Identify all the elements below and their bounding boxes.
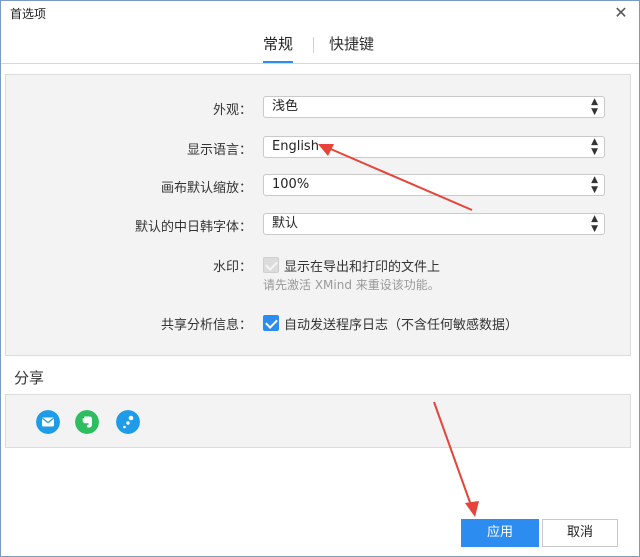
appearance-value: 浅色: [272, 99, 299, 114]
share-panel: [5, 394, 631, 448]
apply-button[interactable]: 应用: [461, 519, 539, 547]
window-title: 首选项: [10, 7, 47, 21]
tab-shortcuts[interactable]: 快捷键: [329, 33, 374, 61]
zoom-label: 画布默认缩放：: [160, 181, 252, 196]
zoom-select[interactable]: 100% ▲ ▼: [263, 174, 605, 196]
analytics-label: 共享分析信息：: [160, 318, 252, 333]
watermark-checkbox-label: 显示在导出和打印的文件上: [284, 260, 441, 275]
cjk-font-select[interactable]: 默认 ▲ ▼: [263, 213, 605, 235]
up-down-chevron-icon: ▲ ▼: [591, 137, 598, 157]
up-down-chevron-icon: ▲ ▼: [591, 175, 598, 195]
language-select[interactable]: English ▲ ▼: [263, 136, 605, 158]
share-dots-icon[interactable]: [116, 410, 140, 434]
close-icon[interactable]: ✕: [611, 3, 631, 23]
analytics-checkbox-label: 自动发送程序日志（不含任何敏感数据）: [284, 318, 519, 333]
tab-general[interactable]: 常规: [263, 33, 294, 63]
watermark-hint: 请先激活 XMind 来重设该功能。: [263, 278, 440, 292]
language-label: 显示语言：: [186, 143, 252, 158]
tab-bar: 常规 快捷键: [1, 25, 639, 64]
up-down-chevron-icon: ▲ ▼: [591, 214, 598, 234]
mail-icon[interactable]: [36, 410, 60, 434]
watermark-label: 水印：: [212, 260, 252, 275]
tab-divider: [313, 37, 314, 53]
zoom-value: 100%: [272, 177, 310, 192]
general-settings-panel: 外观： 浅色 ▲ ▼ 显示语言： English ▲ ▼ 画布默认缩放： 100% …: [5, 74, 631, 356]
up-down-chevron-icon: ▲ ▼: [591, 97, 598, 117]
checkmark-icon: [265, 258, 278, 271]
appearance-select[interactable]: 浅色 ▲ ▼: [263, 96, 605, 118]
analytics-checkbox[interactable]: [263, 315, 279, 331]
language-value: English: [272, 139, 319, 154]
checkmark-icon: [265, 316, 278, 329]
title-bar: 首选项 ✕: [1, 1, 639, 25]
share-heading: 分享: [14, 369, 45, 387]
cancel-button[interactable]: 取消: [542, 519, 618, 547]
preferences-window: 首选项 ✕ 常规 快捷键 外观： 浅色 ▲ ▼ 显示语言： English ▲ ▼ …: [0, 0, 640, 557]
appearance-label: 外观：: [212, 103, 252, 118]
content-area: 外观： 浅色 ▲ ▼ 显示语言： English ▲ ▼ 画布默认缩放： 100% …: [1, 64, 639, 556]
watermark-checkbox[interactable]: [263, 257, 279, 273]
evernote-icon[interactable]: [75, 410, 99, 434]
cjk-font-value: 默认: [272, 216, 299, 231]
cjk-font-label: 默认的中日韩字体：: [134, 220, 252, 235]
